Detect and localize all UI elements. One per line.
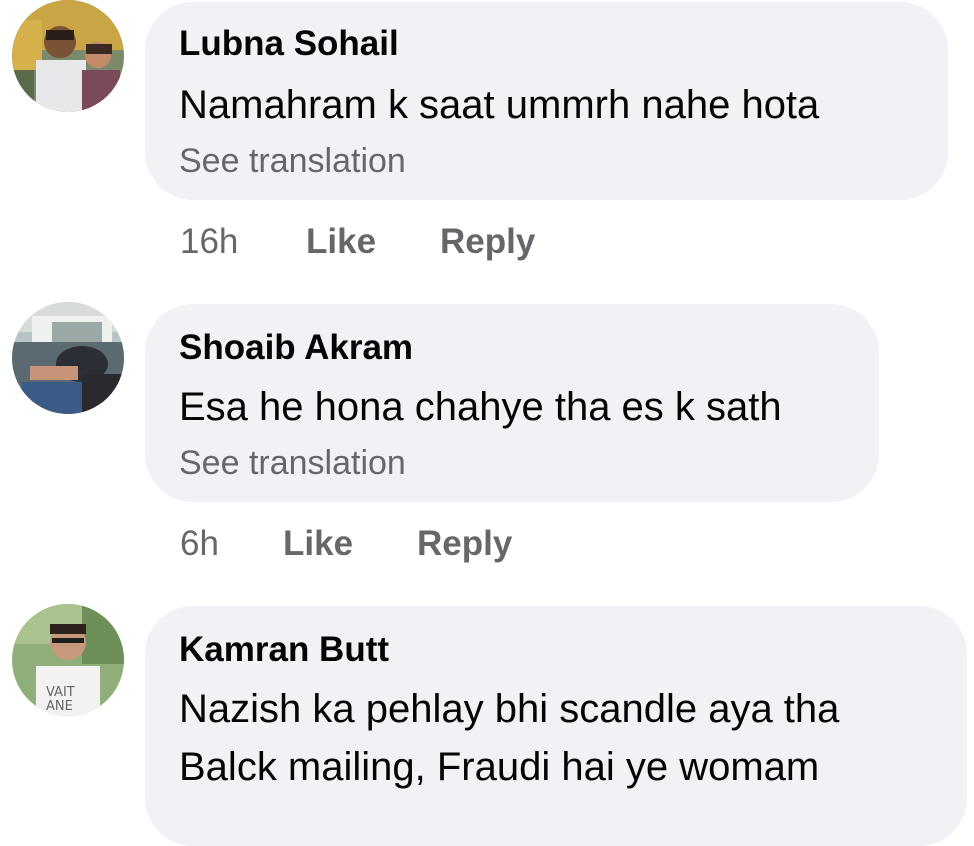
comment-text-line-1: Nazish ka pehlay bhi scandle aya tha — [179, 687, 840, 731]
comment-item: Shoaib Akram Esa he hona chahye tha es k… — [0, 302, 974, 582]
like-button[interactable]: Like — [306, 222, 376, 262]
svg-text:VAIT: VAIT — [46, 685, 75, 700]
comment-text-line-2: Balck mailing, Fraudi hai ye womam — [179, 745, 820, 789]
reply-button[interactable]: Reply — [440, 222, 535, 262]
avatar[interactable] — [12, 302, 124, 414]
see-translation-link[interactable]: See translation — [179, 444, 406, 483]
comment-item: Lubna Sohail Namahram k saat ummrh nahe … — [0, 0, 974, 280]
avatar-photo — [12, 0, 124, 112]
comment-bubble: Shoaib Akram Esa he hona chahye tha es k… — [145, 304, 879, 502]
reply-button[interactable]: Reply — [417, 524, 512, 564]
comment-text: Esa he hona chahye tha es k sath — [179, 385, 782, 429]
comment-author[interactable]: Lubna Sohail — [179, 24, 399, 64]
svg-text:ANE: ANE — [46, 699, 73, 714]
see-translation-link[interactable]: See translation — [179, 142, 406, 181]
comment-bubble: Kamran Butt Nazish ka pehlay bhi scandle… — [145, 606, 967, 846]
avatar[interactable]: VAIT ANE — [12, 604, 124, 716]
comment-text: Namahram k saat ummrh nahe hota — [179, 83, 820, 127]
comment-author[interactable]: Shoaib Akram — [179, 328, 413, 368]
comment-timestamp[interactable]: 16h — [180, 222, 238, 262]
comment-author[interactable]: Kamran Butt — [179, 630, 389, 670]
avatar-photo: VAIT ANE — [12, 604, 124, 716]
avatar[interactable] — [12, 0, 124, 112]
comment-timestamp[interactable]: 6h — [180, 524, 219, 564]
comment-bubble: Lubna Sohail Namahram k saat ummrh nahe … — [145, 2, 948, 200]
like-button[interactable]: Like — [283, 524, 353, 564]
comment-item: VAIT ANE Kamran Butt Nazish ka pehlay bh… — [0, 604, 974, 846]
avatar-photo — [12, 302, 124, 414]
